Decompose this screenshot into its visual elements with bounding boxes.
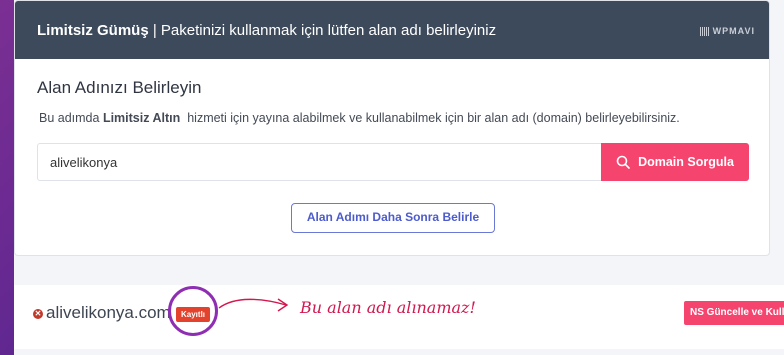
- card-header: Limitsiz Gümüş | Paketinizi kullanmak iç…: [15, 1, 769, 59]
- section-title: Alan Adınızı Belirleyin: [37, 78, 202, 97]
- logo-text: WPMAVI: [712, 26, 755, 36]
- desc-package: Limitsiz Altın: [102, 111, 181, 125]
- highlight-circle: [168, 286, 218, 336]
- header-message: Paketinizi kullanmak için lütfen alan ad…: [160, 22, 497, 39]
- desc-suffix: hizmeti için yayına alabilmek ve kullana…: [180, 111, 680, 125]
- domain-search-button[interactable]: Domain Sorgula: [601, 143, 749, 181]
- header-separator: |: [148, 22, 161, 39]
- package-name: Limitsiz Gümüş: [37, 22, 149, 39]
- ns-update-button[interactable]: NS Güncelle ve Kull: [684, 301, 784, 325]
- desc-prefix: Bu adımda: [39, 111, 103, 125]
- search-icon: [616, 155, 630, 169]
- result-domain: alivelikonya.com: [46, 303, 171, 322]
- domain-search-button-label: Domain Sorgula: [638, 155, 734, 169]
- annotation-text: Bu alan adı alınamaz!: [300, 298, 476, 317]
- section-description: Bu adımda Limitsiz Altın hizmeti için ya…: [39, 111, 680, 125]
- set-domain-later-button[interactable]: Alan Adımı Daha Sonra Belirle: [291, 203, 495, 233]
- logo-bars-icon: [699, 26, 710, 36]
- domain-search-input[interactable]: [38, 144, 600, 180]
- domain-search-row: Domain Sorgula: [37, 143, 749, 181]
- header-title: Limitsiz Gümüş | Paketinizi kullanmak iç…: [37, 22, 496, 39]
- domain-card: Limitsiz Gümüş | Paketinizi kullanmak iç…: [14, 0, 770, 256]
- wpmavi-logo: WPMAVI: [699, 26, 755, 36]
- close-circle-icon: ✕: [33, 309, 43, 319]
- domain-result-row: ✕ alivelikonya.com Kayıtlı: [14, 285, 784, 349]
